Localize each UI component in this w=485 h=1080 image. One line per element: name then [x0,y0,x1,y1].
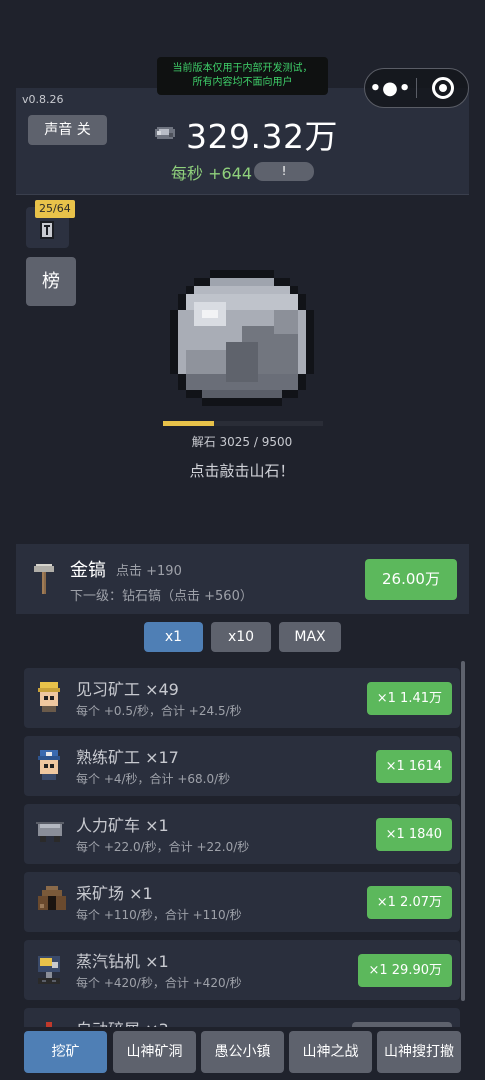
version-label: v0.8.26 [22,93,64,106]
stone-resource-icon [155,127,175,139]
tap-hint: 点击敲击山石！ [189,462,295,480]
sound-toggle-button[interactable]: 声音 关 [28,115,107,145]
pickaxe-upgrade-card: 金镐 点击 +190 下一级：钻石镐（点击 +560） 26.00万 [16,544,469,614]
close-program-icon[interactable] [417,77,468,99]
dev-notice-line1: 当前版本仅用于内部开发测试， [172,63,313,74]
nav-tab-battle[interactable]: 山神之战 [289,1031,372,1073]
worker-item: 人力矿车 ×1 每个 +22.0/秒，合计 +22.0/秒 ×1 1840 [24,804,460,864]
worker-item: 熟练矿工 ×17 每个 +4/秒，合计 +68.0/秒 ×1 1614 [24,736,460,796]
multiplier-x10[interactable]: x10 [211,622,271,652]
buy-multiplier-group: x1 x10 MAX [0,622,485,654]
worker-list[interactable]: 见习矿工 ×49 每个 +0.5/秒，合计 +24.5/秒 ×1 1.41万 熟… [16,663,469,1030]
worker-name: 熟练矿工 ×17 [76,748,179,767]
worker-output: 每个 +420/秒，合计 +420/秒 [76,976,242,990]
nav-tab-town[interactable]: 愚公小镇 [201,1031,284,1073]
worker-output: 每个 +0.5/秒，合计 +24.5/秒 [76,704,242,718]
worker-output: 每个 +22.0/秒，合计 +22.0/秒 [76,840,250,854]
bottom-navigation: 挖矿 山神矿洞 愚公小镇 山神之战 山神搜打撤 [0,1027,485,1080]
dev-notice-line2: 所有内容均不面向用户 [192,77,293,88]
mini-program-capsule: •●• [364,68,469,108]
achievement-progress-badge: 25/64 [35,200,75,218]
skilled-miner-icon [38,750,60,780]
stone-total: 329.32万 [186,117,338,156]
scroll-icon [40,221,54,239]
pickaxe-next-level: 下一级：钻石镐（点击 +560） [70,589,253,604]
worker-name: 人力矿车 ×1 [76,816,169,835]
break-progress-bar [163,421,323,426]
pickaxe-icon [34,564,54,594]
worker-item: 见习矿工 ×49 每个 +0.5/秒，合计 +24.5/秒 ×1 1.41万 [24,668,460,728]
worker-output: 每个 +110/秒，合计 +110/秒 [76,908,242,922]
multiplier-x1[interactable]: x1 [144,622,203,652]
worker-output: 每个 +4/秒，合计 +68.0/秒 [76,772,231,786]
break-progress-label: 解石 3025 / 9500 [191,435,293,449]
quarry-icon [38,886,66,910]
steam-drill-icon [38,956,60,984]
worker-item: 蒸汽钻机 ×1 每个 +420/秒，合计 +420/秒 ×1 29.90万 [24,940,460,1000]
worker-buy-button[interactable]: ×1 1.41万 [366,682,452,715]
pickaxe-name: 金镐 [70,560,106,581]
worker-buy-button[interactable]: ×1 1614 [375,750,452,783]
worker-buy-button[interactable]: ×1 2.07万 [366,886,452,919]
worker-name: 蒸汽钻机 ×1 [76,952,169,971]
pickaxe-click-bonus: 点击 +190 [116,564,182,579]
nav-tab-search-raid[interactable]: 山神搜打撤 [377,1031,461,1073]
nav-tab-mining[interactable]: 挖矿 [24,1031,107,1073]
worker-buy-button[interactable]: ×1 29.90万 [358,954,452,987]
worker-list-scrollbar[interactable] [461,661,465,1001]
more-menu-icon[interactable]: •●• [365,78,416,99]
per-second-rate: 每秒 +644 [171,164,253,183]
worker-buy-button[interactable]: ×1 1840 [375,818,452,851]
break-progress-fill [163,421,214,426]
worker-item: 采矿场 ×1 每个 +110/秒，合计 +110/秒 ×1 2.07万 [24,872,460,932]
mine-cart-icon [36,822,64,842]
worker-name: 见习矿工 ×49 [76,680,179,699]
mountain-rock[interactable] [162,270,322,414]
dev-notice-banner: 当前版本仅用于内部开发测试， 所有内容均不面向用户 [157,57,328,95]
leaderboard-button[interactable]: 榜 [26,257,76,306]
pickaxe-upgrade-button[interactable]: 26.00万 [365,559,457,600]
nav-tab-mountain-cave[interactable]: 山神矿洞 [113,1031,196,1073]
worker-name: 采矿场 ×1 [76,884,153,903]
apprentice-miner-icon [38,682,60,712]
rate-info-button[interactable]: ! [254,162,314,181]
multiplier-max[interactable]: MAX [279,622,341,652]
